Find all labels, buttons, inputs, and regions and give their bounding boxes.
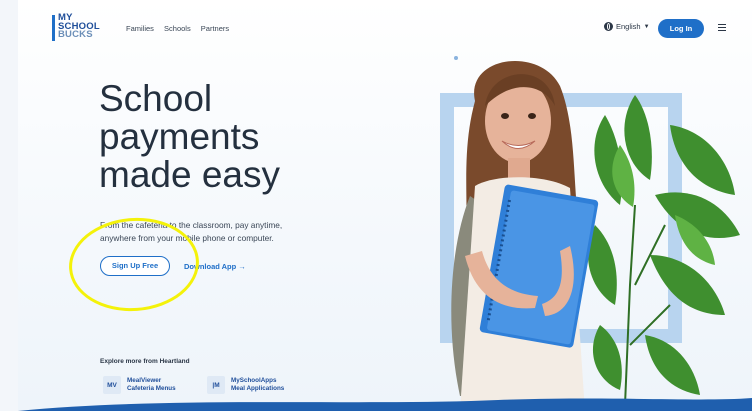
language-label: English	[616, 22, 641, 31]
bottom-wave	[18, 398, 752, 411]
mealviewer-icon: MV	[103, 376, 121, 394]
headline-line-3: made easy	[99, 154, 280, 195]
myschoolapps-icon: |M	[207, 376, 225, 394]
hamburger-menu-icon[interactable]	[718, 24, 726, 32]
globe-icon	[604, 22, 613, 31]
hero-headline: School payments made easy	[99, 80, 280, 194]
mealviewer-name: MealViewer	[127, 377, 162, 384]
mealviewer-desc: Cafeteria Menus	[127, 385, 176, 392]
explore-title: Explore more from Heartland	[100, 358, 190, 365]
logo-text: MY SCHOOL BUCKS	[58, 13, 100, 41]
caret-down-icon: ▼	[643, 23, 650, 30]
student-photo	[451, 60, 599, 411]
logo-line-bucks: BUCKS	[58, 29, 93, 41]
main-nav: Families Schools Partners	[126, 24, 237, 33]
myschoolapps-text: MySchoolApps Meal Applications	[231, 377, 284, 393]
myschoolbucks-logo[interactable]: MY SCHOOL BUCKS	[52, 13, 112, 44]
left-rail	[0, 0, 18, 411]
myschoolapps-link[interactable]: |M MySchoolApps Meal Applications	[207, 376, 284, 394]
headline-line-2: payments	[99, 116, 260, 157]
language-selector[interactable]: English ▼	[604, 22, 650, 31]
nav-schools[interactable]: Schools	[164, 24, 191, 33]
nav-families[interactable]: Families	[126, 24, 154, 33]
myschoolapps-desc: Meal Applications	[231, 385, 285, 392]
myschoolapps-name: MySchoolApps	[231, 377, 277, 384]
logo-bar	[52, 15, 55, 41]
headline-line-1: School	[99, 78, 213, 119]
nav-partners[interactable]: Partners	[201, 24, 229, 33]
mealviewer-link[interactable]: MV MealViewer Cafeteria Menus	[103, 376, 176, 394]
login-button[interactable]: Log In	[658, 19, 704, 38]
mealviewer-text: MealViewer Cafeteria Menus	[127, 377, 176, 393]
